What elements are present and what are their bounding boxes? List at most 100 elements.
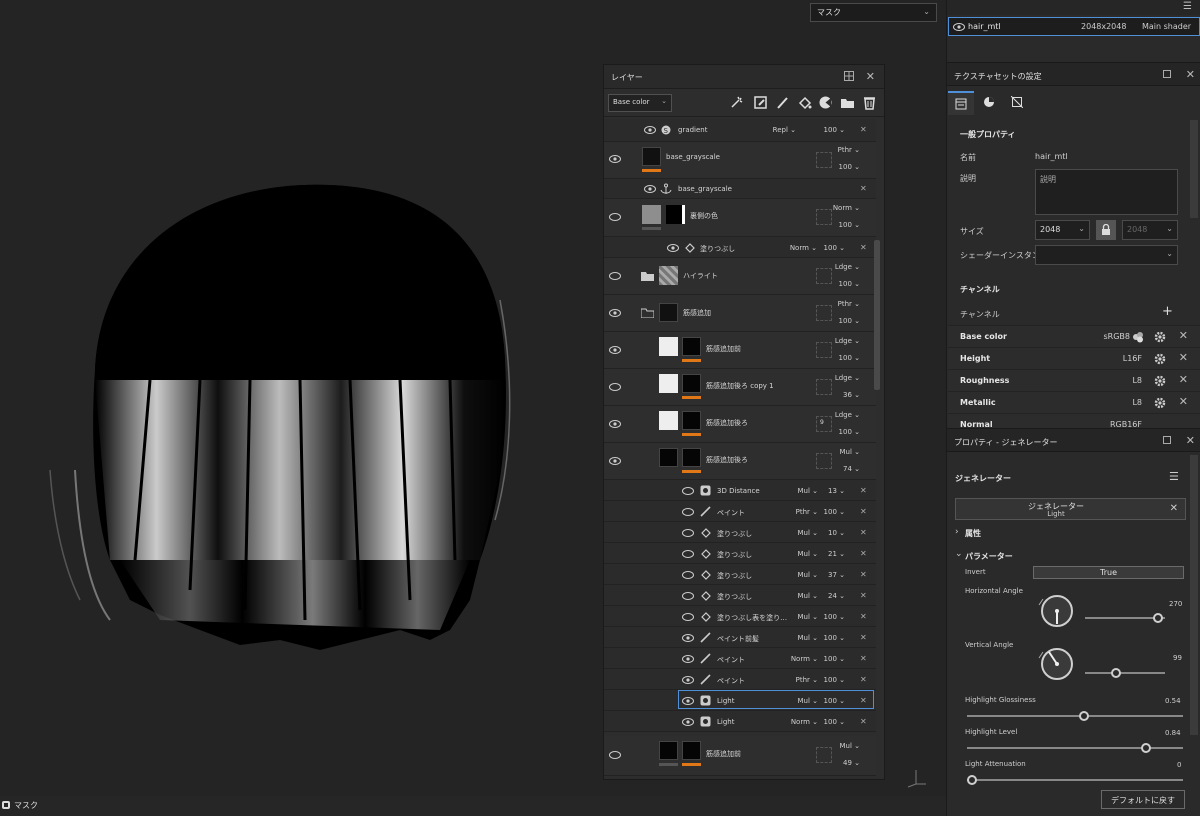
eye-icon[interactable] xyxy=(609,309,621,317)
close-icon[interactable]: ✕ xyxy=(1170,503,1178,514)
invert-toggle[interactable]: True xyxy=(1033,566,1184,579)
opacity-value[interactable]: 100 ⌄ xyxy=(830,317,860,325)
close-icon[interactable]: ✕ xyxy=(860,591,867,600)
trash-icon[interactable] xyxy=(862,95,877,110)
folder-icon[interactable] xyxy=(840,95,855,110)
vertical-angle-track[interactable] xyxy=(1085,672,1165,674)
opacity-value[interactable]: 100 ⌄ xyxy=(830,221,860,229)
layer-row[interactable]: 塗りつぶし Norm ⌄ 100 ⌄ ✕ xyxy=(604,237,876,258)
opacity-value[interactable]: 37 ⌄ xyxy=(815,571,845,579)
vertical-angle-dial[interactable] xyxy=(1035,646,1075,682)
eye-icon[interactable] xyxy=(609,383,621,391)
eye-icon[interactable] xyxy=(609,346,621,354)
eye-icon[interactable] xyxy=(682,655,694,663)
layer-row[interactable]: ハイライト Ldge ⌄ 100 ⌄ xyxy=(604,258,876,295)
blend-mode[interactable]: Mul ⌄ xyxy=(788,550,818,558)
effect-row[interactable]: 塗りつぶし表を塗り… Mul ⌄ 100 ⌄ ✕ xyxy=(604,606,876,627)
highlight-level-value[interactable]: 0.84 xyxy=(1165,729,1181,737)
glossiness-handle[interactable] xyxy=(1079,711,1089,721)
eye-icon[interactable] xyxy=(953,23,965,31)
opacity-value[interactable]: 36 ⌄ xyxy=(830,391,860,399)
blend-mode[interactable]: Mul ⌄ xyxy=(788,634,818,642)
opacity-value[interactable]: 49 ⌄ xyxy=(830,759,860,767)
opacity-value[interactable]: 74 ⌄ xyxy=(830,465,860,473)
attenuation-handle[interactable] xyxy=(967,775,977,785)
channel-row-roughness[interactable]: Roughness L8 ✕ xyxy=(948,369,1200,391)
gear-icon[interactable] xyxy=(1154,397,1166,409)
blend-mode[interactable]: Ldge ⌄ xyxy=(830,411,860,419)
layers-scrollbar[interactable] xyxy=(874,240,880,390)
chevron-down-icon[interactable]: ⌄ xyxy=(955,549,963,559)
glossiness-value[interactable]: 0.54 xyxy=(1165,697,1181,705)
gear-icon[interactable] xyxy=(1154,375,1166,387)
folder-icon[interactable] xyxy=(641,271,654,281)
blend-mode[interactable]: Norm ⌄ xyxy=(788,655,818,663)
eye-icon[interactable] xyxy=(682,613,694,621)
channel-row-height[interactable]: Height L16F ✕ xyxy=(948,347,1200,369)
add-mask-icon[interactable] xyxy=(753,95,768,110)
blend-mode[interactable]: Mul ⌄ xyxy=(830,448,860,456)
close-icon[interactable]: ✕ xyxy=(1179,373,1188,386)
blend-mode[interactable]: Mul ⌄ xyxy=(788,571,818,579)
effect-row[interactable]: Light Norm ⌄ 100 ⌄ ✕ xyxy=(604,711,876,732)
opacity-value[interactable]: 100 ⌄ xyxy=(815,244,845,252)
layer-row[interactable]: 筋感追加前 Ldge ⌄ 100 ⌄ xyxy=(604,332,876,369)
attenuation-track[interactable] xyxy=(967,779,1183,781)
vertical-angle-handle[interactable] xyxy=(1111,668,1121,678)
texture-set-row[interactable]: hair_mtl 2048x2048 Main shader xyxy=(948,17,1200,36)
close-icon[interactable]: ✕ xyxy=(860,675,867,684)
lock-button[interactable] xyxy=(1096,220,1116,240)
blend-mode[interactable]: Pthr ⌄ xyxy=(830,146,860,154)
opacity-value[interactable]: 100 ⌄ xyxy=(830,280,860,288)
blend-mode[interactable]: Mul ⌄ xyxy=(788,487,818,495)
vertical-angle-value[interactable]: 99 xyxy=(1173,654,1182,662)
paint-layer-icon[interactable] xyxy=(775,95,790,110)
size-select[interactable]: 2048 ⌄ xyxy=(1035,220,1090,240)
eye-icon[interactable] xyxy=(609,213,621,221)
close-icon[interactable]: ✕ xyxy=(1186,434,1195,447)
opacity-value[interactable]: 100 ⌄ xyxy=(830,428,860,436)
add-effect-icon[interactable] xyxy=(729,95,744,110)
dock-icon[interactable] xyxy=(844,71,854,81)
close-icon[interactable]: ✕ xyxy=(860,654,867,663)
layer-row[interactable]: 筋感追加後ろ 9 Ldge ⌄ 100 ⌄ xyxy=(604,406,876,443)
gear-icon[interactable] xyxy=(1154,331,1166,343)
mask-dropdown[interactable]: マスク ⌄ xyxy=(810,3,937,22)
blend-mode[interactable]: Pthr ⌄ xyxy=(788,676,818,684)
eye-icon[interactable] xyxy=(682,550,694,558)
close-icon[interactable]: ✕ xyxy=(860,570,867,579)
attenuation-value[interactable]: 0 xyxy=(1177,761,1181,769)
opacity-value[interactable]: 10 ⌄ xyxy=(815,529,845,537)
close-icon[interactable]: ✕ xyxy=(860,612,867,621)
fill-layer-icon[interactable] xyxy=(797,95,812,110)
close-icon[interactable]: ✕ xyxy=(860,696,867,705)
opacity-value[interactable]: 24 ⌄ xyxy=(815,592,845,600)
effect-row[interactable]: ペイント Norm ⌄ 100 ⌄ ✕ xyxy=(604,648,876,669)
effect-row[interactable]: ペイント Pthr ⌄ 100 ⌄ ✕ xyxy=(604,501,876,522)
tab-general[interactable] xyxy=(948,91,974,115)
opacity-value[interactable]: 21 ⌄ xyxy=(815,550,845,558)
channel-select[interactable]: Base color ⌄ xyxy=(608,94,672,112)
blend-mode[interactable]: Mul ⌄ xyxy=(830,742,860,750)
eye-icon[interactable] xyxy=(682,697,694,705)
glossiness-track[interactable] xyxy=(967,715,1183,717)
effect-row[interactable]: ペイント Pthr ⌄ 100 ⌄ ✕ xyxy=(604,669,876,690)
blend-mode[interactable]: Ldge ⌄ xyxy=(830,374,860,382)
folder-open-icon[interactable] xyxy=(641,308,654,318)
opacity-value[interactable]: 13 ⌄ xyxy=(815,487,845,495)
blend-mode[interactable]: Norm ⌄ xyxy=(787,244,817,252)
close-icon[interactable]: ✕ xyxy=(860,243,867,252)
generator-scrollbar[interactable] xyxy=(1190,455,1198,735)
mask-toggle-icon[interactable] xyxy=(2,801,10,809)
effect-row-selected[interactable]: Light Mul ⌄ 100 ⌄ ✕ xyxy=(604,690,876,711)
close-icon[interactable]: ✕ xyxy=(860,633,867,642)
eye-icon[interactable] xyxy=(609,155,621,163)
layer-row[interactable]: base_grayscale ✕ xyxy=(604,179,876,199)
eye-icon[interactable] xyxy=(682,529,694,537)
close-icon[interactable]: ✕ xyxy=(1186,68,1195,81)
blend-mode[interactable]: Repl ⌄ xyxy=(766,126,796,134)
blend-mode[interactable]: Ldge ⌄ xyxy=(830,263,860,271)
opacity-value[interactable]: 100 ⌄ xyxy=(830,163,860,171)
eye-icon[interactable] xyxy=(682,487,694,495)
layer-row[interactable]: 裏側の色 Norm ⌄ 100 ⌄ xyxy=(604,199,876,237)
